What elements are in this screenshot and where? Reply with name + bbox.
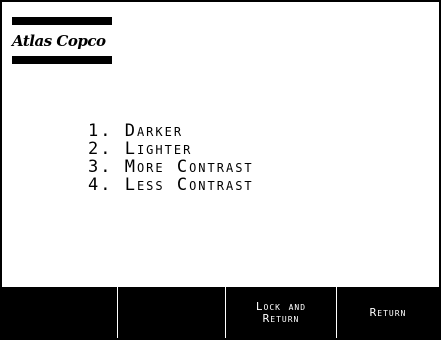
menu-item-more-contrast[interactable]: 3. More Contrast — [88, 158, 254, 176]
softkey-1-blank[interactable] — [2, 287, 117, 338]
logo-wordmark: Atlas Copco — [12, 32, 106, 50]
logo-bottom-bar — [12, 56, 112, 64]
logo-top-bar — [12, 17, 112, 25]
menu-item-lighter[interactable]: 2. Lighter — [88, 140, 254, 158]
softkey-bar: Lock and Return Return — [2, 287, 439, 338]
atlas-copco-logo: Atlas Copco — [12, 12, 112, 64]
menu-item-darker[interactable]: 1. Darker — [88, 122, 254, 140]
menu-item-less-contrast[interactable]: 4. Less Contrast — [88, 176, 254, 194]
lock-and-return-label-line1: Lock and — [255, 299, 307, 313]
contrast-menu: 1. Darker 2. Lighter 3. More Contrast 4.… — [88, 122, 254, 194]
return-button[interactable]: Return — [336, 287, 439, 338]
lock-and-return-button[interactable]: Lock and Return — [225, 287, 336, 338]
lock-and-return-label-line2: Return — [262, 311, 300, 325]
softkey-2-blank[interactable] — [117, 287, 225, 338]
display-screen: Atlas Copco 1. Darker 2. Lighter 3. More… — [0, 0, 441, 340]
